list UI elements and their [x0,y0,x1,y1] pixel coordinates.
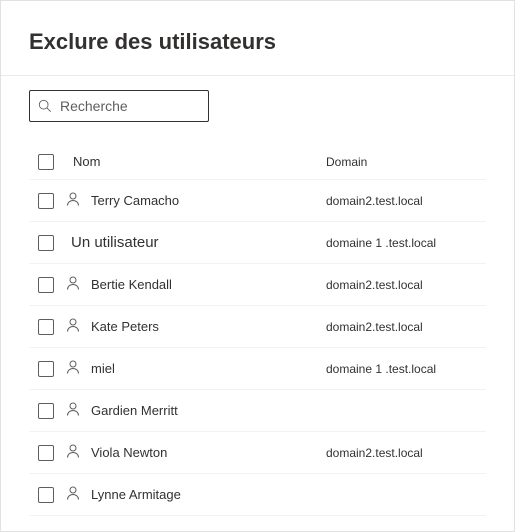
row-checkbox[interactable] [38,277,54,293]
person-icon [65,443,81,462]
table-row[interactable]: Bertie Kendall domain2.test.local [29,264,486,306]
user-domain: domain2.test.local [326,194,486,208]
user-name: Terry Camacho [91,193,179,208]
person-icon [65,359,81,378]
table-row[interactable]: Kate Peters domain2.test.local [29,306,486,348]
user-name: Kate Peters [91,319,159,334]
user-list: Terry Camacho domain2.test.local Un utilis… [29,180,486,516]
row-checkbox[interactable] [38,403,54,419]
column-header-domain[interactable]: Domain [326,155,486,169]
row-checkbox[interactable] [38,361,54,377]
table-row[interactable]: miel domaine 1 .test.local [29,348,486,390]
search-input[interactable] [58,97,200,115]
person-icon [65,275,81,294]
person-icon [65,401,81,420]
user-name: miel [91,361,115,376]
user-domain: domain2.test.local [326,278,486,292]
table-row[interactable]: Terry Camacho domain2.test.local [29,180,486,222]
row-checkbox[interactable] [38,445,54,461]
table-header: Nom Domain [29,144,486,180]
column-header-name[interactable]: Nom [63,154,326,169]
user-domain: domain2.test.local [326,320,486,334]
user-domain: domaine 1 .test.local [326,236,486,250]
user-domain: domain2.test.local [326,446,486,460]
row-checkbox[interactable] [38,235,54,251]
user-name: Lynne Armitage [91,487,181,502]
person-icon [65,485,81,504]
user-name: Viola Newton [91,445,167,460]
search-box[interactable] [29,90,209,122]
row-checkbox[interactable] [38,193,54,209]
page-title: Exclure des utilisateurs [29,29,486,55]
table-row[interactable]: Un utilisateur domaine 1 .test.local [29,222,486,264]
divider [1,75,514,76]
person-icon [65,191,81,210]
table-row[interactable]: Gardien Merritt [29,390,486,432]
table-row[interactable]: Lynne Armitage [29,474,486,516]
user-name: Bertie Kendall [91,277,172,292]
row-checkbox[interactable] [38,487,54,503]
person-icon [65,317,81,336]
table-row[interactable]: Viola Newton domain2.test.local [29,432,486,474]
row-checkbox[interactable] [38,319,54,335]
user-name: Gardien Merritt [91,403,178,418]
user-name: Un utilisateur [71,234,159,251]
user-domain: domaine 1 .test.local [326,362,486,376]
search-icon [38,99,52,113]
select-all-checkbox[interactable] [38,154,54,170]
